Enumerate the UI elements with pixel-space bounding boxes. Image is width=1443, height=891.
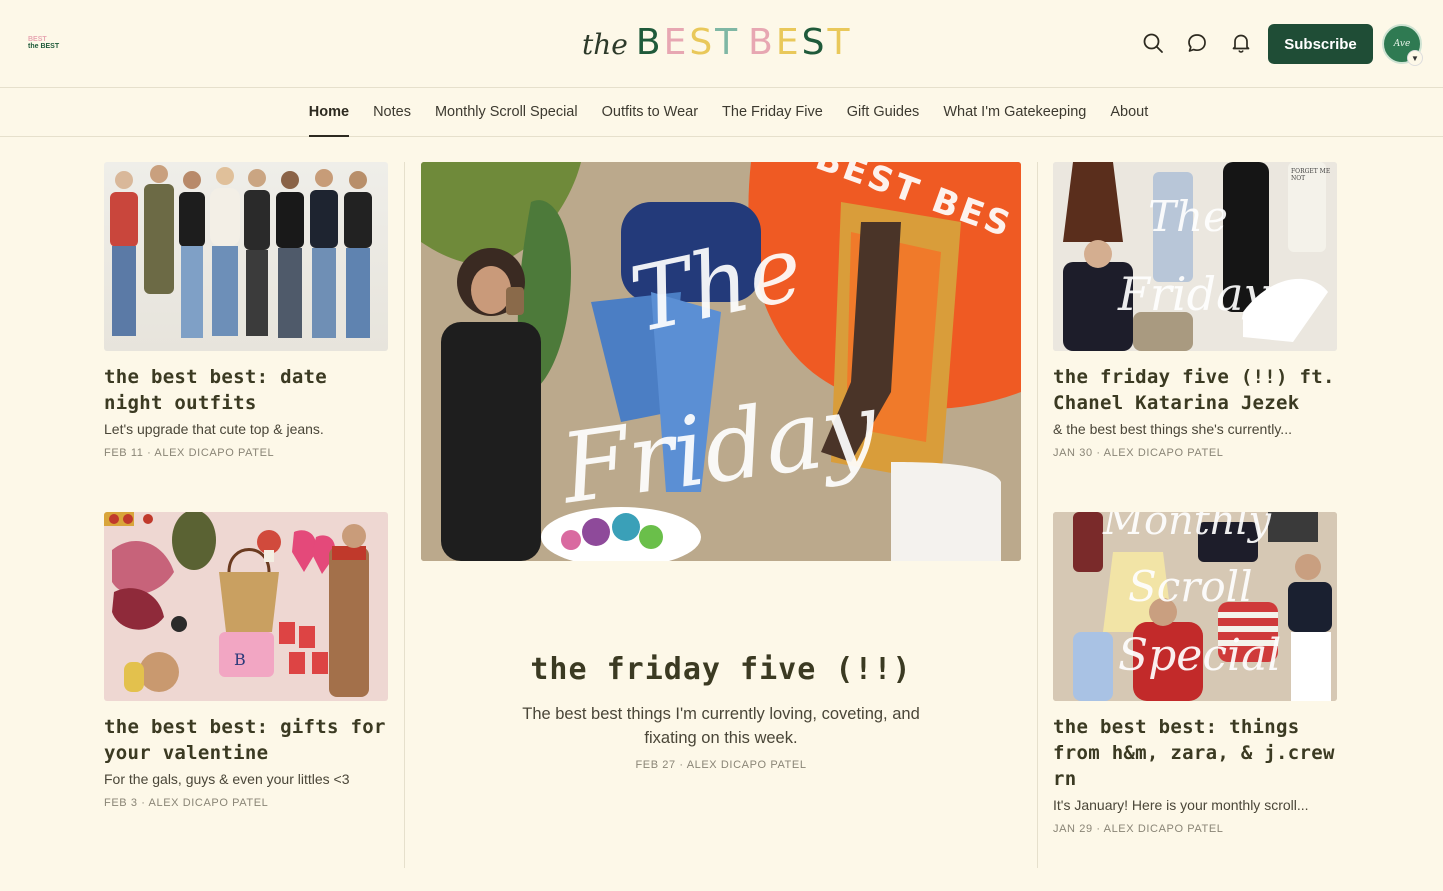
- column-divider: [404, 162, 405, 868]
- small-logo[interactable]: BEST the BEST: [28, 36, 62, 50]
- logo-letter: S: [801, 22, 828, 63]
- image-script-scroll: Scroll: [1128, 562, 1253, 611]
- post-subtitle: & the best best things she's currently..…: [1053, 421, 1292, 437]
- image-script-friday: Friday: [1118, 267, 1270, 321]
- logo-letter: E: [663, 22, 690, 63]
- column-divider: [1037, 162, 1038, 868]
- chat-bubble-icon[interactable]: [1186, 32, 1208, 54]
- site-logo[interactable]: the BEST BEST: [582, 22, 852, 66]
- post-image-friday-five-chanel[interactable]: The Friday FORGET ME NOT: [1053, 162, 1337, 351]
- post-meta: FEB 11 · ALEX DICAPO PATEL: [104, 447, 275, 459]
- post-subtitle: Let's upgrade that cute top & jeans.: [104, 421, 324, 437]
- nav-item-gift-guides[interactable]: Gift Guides: [847, 88, 920, 137]
- logo-letter: B: [635, 22, 664, 63]
- post-image-valentine-gifts[interactable]: B: [104, 512, 388, 701]
- site-header: BEST the BEST the BEST BEST Subscribe Av…: [0, 0, 1443, 88]
- image-script-the: The: [1148, 192, 1228, 241]
- logo-word-best-1: BEST: [636, 22, 740, 63]
- nav-item-outfits-to-wear[interactable]: Outfits to Wear: [602, 88, 698, 137]
- nav-item-notes[interactable]: Notes: [373, 88, 411, 137]
- subscribe-button[interactable]: Subscribe: [1268, 24, 1373, 64]
- small-logo-line2: the BEST: [28, 43, 60, 50]
- post-title[interactable]: the best best: gifts for your valentine: [104, 714, 388, 766]
- logo-letter: T: [715, 22, 741, 63]
- nav-item-home[interactable]: Home: [308, 88, 350, 137]
- main-nav: Home Notes Monthly Scroll Special Outfit…: [0, 88, 1443, 137]
- post-image-monthly-scroll[interactable]: Monthly Scroll Special: [1053, 512, 1337, 701]
- post-image-date-night[interactable]: [104, 162, 388, 351]
- post-meta: JAN 30 · ALEX DICAPO PATEL: [1053, 447, 1224, 459]
- hero-post-image[interactable]: The Friday BEST BES: [421, 162, 1021, 561]
- logo-letter: B: [748, 22, 776, 63]
- bell-icon[interactable]: [1230, 32, 1252, 54]
- post-title[interactable]: the best best: date night outfits: [104, 364, 388, 416]
- post-title[interactable]: the best best: things from h&m, zara, & …: [1053, 714, 1343, 792]
- small-logo-line1: BEST: [28, 36, 47, 43]
- search-icon[interactable]: [1142, 32, 1164, 54]
- logo-letter: T: [827, 22, 853, 63]
- post-subtitle: It's January! Here is your monthly scrol…: [1053, 797, 1309, 813]
- logo-letter: E: [775, 22, 802, 63]
- logo-the: the: [582, 28, 628, 61]
- logo-word-best-2: BEST: [748, 22, 852, 63]
- nav-item-friday-five[interactable]: The Friday Five: [722, 88, 823, 137]
- post-meta: FEB 3 · ALEX DICAPO PATEL: [104, 797, 269, 809]
- image-script-special: Special: [1118, 630, 1282, 681]
- image-product-label: FORGET ME NOT: [1291, 168, 1331, 182]
- chevron-down-icon[interactable]: ▼: [1407, 50, 1423, 66]
- hero-post-meta: FEB 27 · ALEX DICAPO PATEL: [635, 759, 807, 771]
- svg-text:B: B: [234, 650, 246, 669]
- nav-item-about[interactable]: About: [1110, 88, 1148, 137]
- image-script-monthly: Monthly: [1103, 512, 1272, 544]
- post-meta: JAN 29 · ALEX DICAPO PATEL: [1053, 823, 1224, 835]
- logo-letter: S: [689, 22, 716, 63]
- post-subtitle: For the gals, guys & even your littles <…: [104, 771, 350, 787]
- post-title[interactable]: the friday five (!!) ft. Chanel Katarina…: [1053, 364, 1343, 416]
- hero-post-title[interactable]: the friday five (!!): [421, 652, 1021, 687]
- nav-item-monthly-scroll-special[interactable]: Monthly Scroll Special: [435, 88, 578, 137]
- nav-item-gatekeeping[interactable]: What I'm Gatekeeping: [943, 88, 1086, 137]
- hero-post-subtitle: The best best things I'm currently lovin…: [522, 705, 920, 747]
